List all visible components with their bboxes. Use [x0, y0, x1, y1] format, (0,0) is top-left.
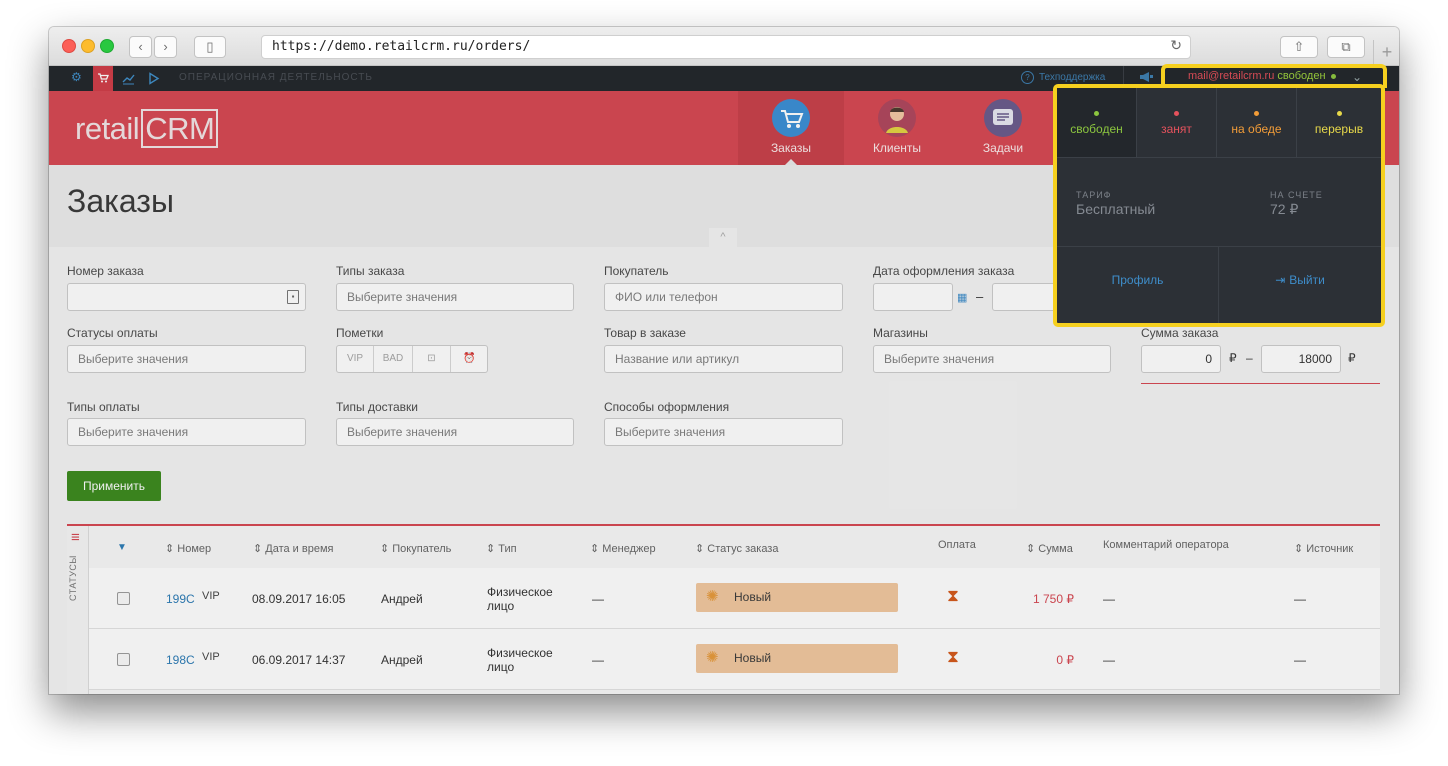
tabs-overview-button[interactable]: ⧉	[1327, 36, 1365, 58]
status-label: на обеде	[1231, 122, 1282, 136]
address-bar[interactable]: https://demo.retailcrm.ru/orders/ ↻	[261, 35, 1191, 59]
back-button[interactable]: ‹	[129, 36, 152, 58]
status-option-free[interactable]: свободен	[1057, 88, 1137, 158]
browser-toolbar: ‹ › ▯ https://demo.retailcrm.ru/orders/ …	[49, 27, 1399, 66]
logout-link[interactable]: ⇥ Выйти	[1219, 246, 1381, 323]
url-text: https://demo.retailcrm.ru/orders/	[272, 39, 531, 54]
tabs-icon: ⧉	[1341, 39, 1351, 54]
status-label: занят	[1161, 122, 1192, 136]
chevron-right-icon: ›	[163, 39, 168, 54]
balance-value: 72 ₽	[1270, 201, 1299, 217]
chevron-left-icon: ‹	[138, 39, 143, 54]
tariff-value: Бесплатный	[1076, 201, 1156, 217]
status-option-busy[interactable]: занят	[1137, 88, 1217, 158]
share-icon: ⇧	[1293, 39, 1305, 54]
logout-label: Выйти	[1289, 273, 1325, 287]
status-dot	[1174, 111, 1179, 116]
status-option-lunch[interactable]: на обеде	[1217, 88, 1297, 158]
status-dot	[1336, 111, 1342, 116]
status-label: перерыв	[1314, 122, 1364, 136]
profile-link[interactable]: Профиль	[1057, 246, 1219, 323]
status-dot	[1094, 111, 1099, 116]
sidebar-icon: ▯	[206, 39, 214, 54]
sidebar-toggle-button[interactable]: ▯	[194, 36, 226, 58]
status-dot	[1254, 111, 1259, 116]
plus-icon: +	[1381, 42, 1393, 62]
balance-label: НА СЧЕТЕ	[1270, 190, 1323, 200]
user-status-dropdown: свободен занят на обеде перерыв ТАРИФ Бе…	[1053, 84, 1385, 327]
close-window-button[interactable]	[62, 39, 76, 53]
share-button[interactable]: ⇧	[1280, 36, 1318, 58]
status-label: свободен	[1070, 122, 1123, 136]
reload-icon[interactable]: ↻	[1170, 37, 1182, 54]
tariff-label: ТАРИФ	[1076, 190, 1112, 200]
forward-button[interactable]: ›	[154, 36, 177, 58]
status-option-break[interactable]: перерыв	[1297, 88, 1381, 158]
plan-info: ТАРИФ Бесплатный НА СЧЕТЕ 72 ₽	[1057, 158, 1381, 247]
minimize-window-button[interactable]	[81, 39, 95, 53]
maximize-window-button[interactable]	[100, 39, 114, 53]
logout-icon: ⇥	[1275, 273, 1286, 287]
new-tab-button[interactable]: +	[1373, 40, 1399, 65]
